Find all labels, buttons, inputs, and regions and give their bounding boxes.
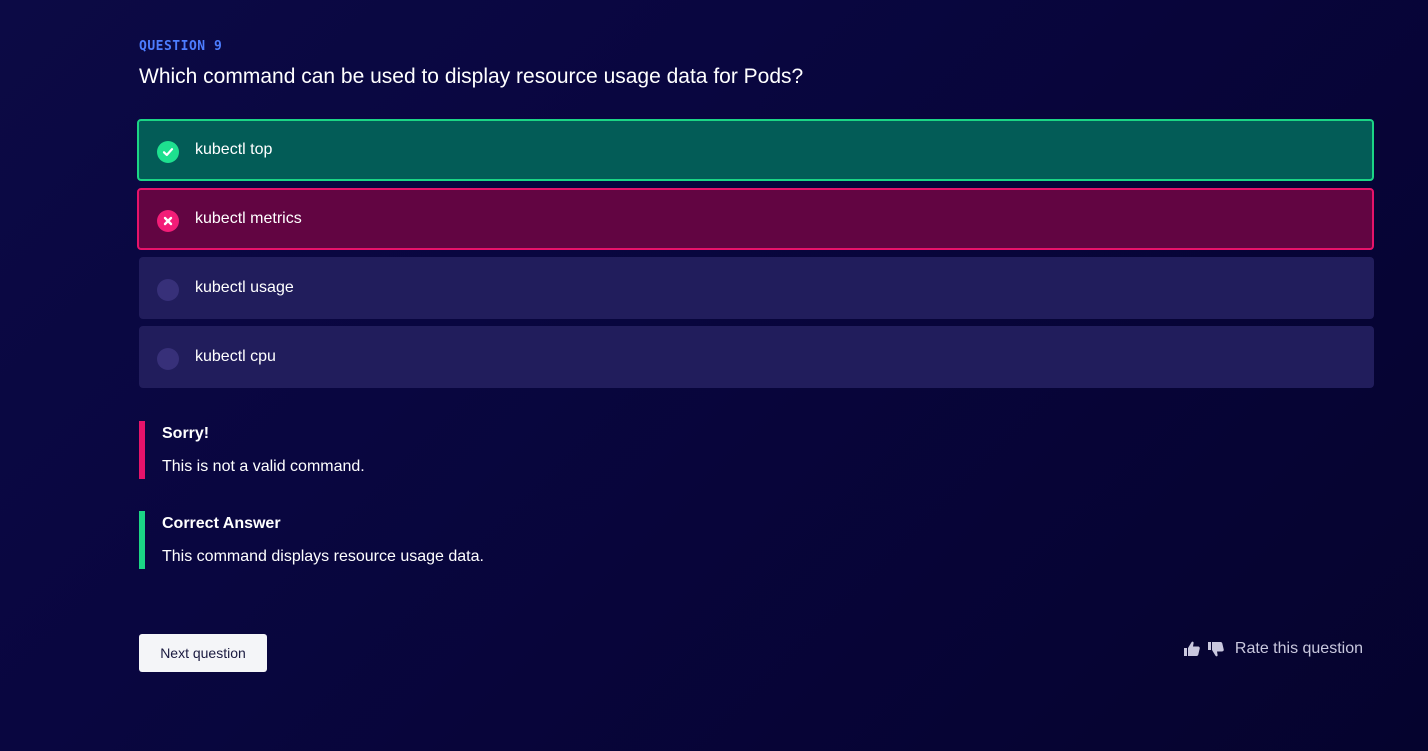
next-question-button[interactable]: Next question xyxy=(139,634,267,672)
incorrect-feedback: Sorry! This is not a valid command. xyxy=(139,421,739,479)
answer-option-correct[interactable]: kubectl top xyxy=(137,119,1374,181)
x-circle-icon xyxy=(157,210,179,232)
feedback-body: This is not a valid command. xyxy=(162,458,365,475)
answer-option-label: kubectl top xyxy=(195,141,273,158)
feedback-title: Correct Answer xyxy=(162,515,281,532)
answer-option-label: kubectl metrics xyxy=(195,210,302,227)
answer-option[interactable]: kubectl cpu xyxy=(139,326,1374,388)
answer-option[interactable]: kubectl usage xyxy=(139,257,1374,319)
empty-radio-icon xyxy=(157,279,179,301)
question-number-label: QUESTION 9 xyxy=(139,39,223,54)
empty-radio-icon xyxy=(157,348,179,370)
answer-option-label: kubectl cpu xyxy=(195,348,276,365)
rate-question: Rate this question xyxy=(1183,640,1363,658)
question-text: Which command can be used to display res… xyxy=(139,65,804,88)
correct-answer-feedback: Correct Answer This command displays res… xyxy=(139,511,739,569)
check-circle-icon xyxy=(157,141,179,163)
feedback-body: This command displays resource usage dat… xyxy=(162,548,484,565)
feedback-title: Sorry! xyxy=(162,425,210,442)
answer-option-wrong[interactable]: kubectl metrics xyxy=(137,188,1374,250)
answer-options: kubectl top kubectl metrics kubectl usag… xyxy=(137,119,1374,395)
thumbs-down-icon[interactable] xyxy=(1207,640,1225,658)
answer-option-label: kubectl usage xyxy=(195,279,294,296)
rate-question-label[interactable]: Rate this question xyxy=(1235,640,1363,658)
thumbs-up-icon[interactable] xyxy=(1183,640,1201,658)
